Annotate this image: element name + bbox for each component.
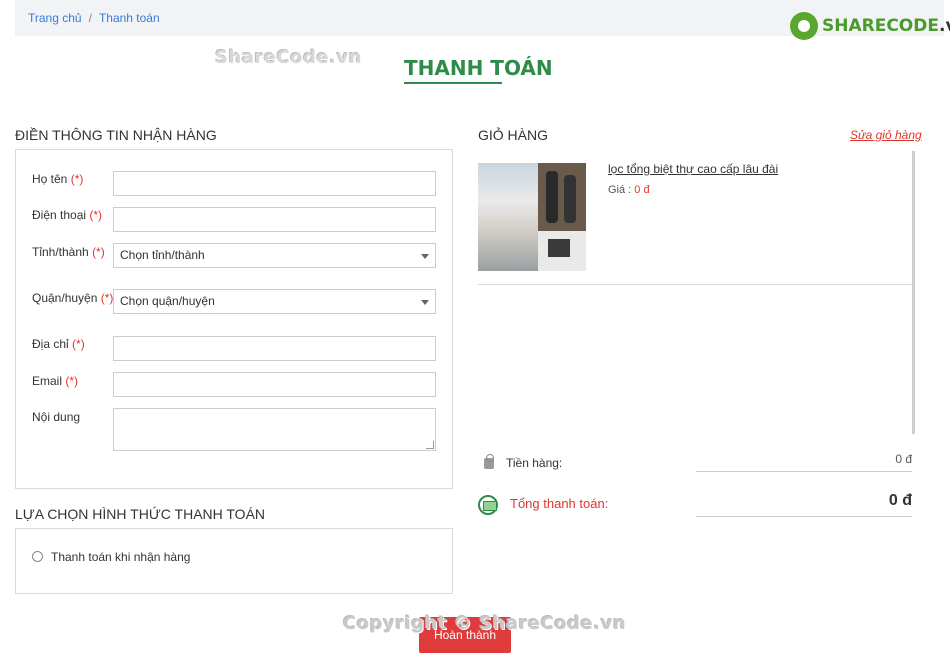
required-mark: (*) bbox=[72, 337, 85, 351]
address-input[interactable] bbox=[113, 336, 436, 361]
required-mark: (*) bbox=[89, 208, 103, 222]
cart-divider bbox=[478, 284, 912, 285]
sharecode-logo-icon bbox=[790, 12, 818, 40]
product-name[interactable]: lọc tổng biệt thự cao cấp lâu đài bbox=[608, 162, 778, 176]
resize-handle-icon[interactable] bbox=[426, 441, 434, 449]
page-title-underline bbox=[404, 82, 502, 84]
cart-title: GIỎ HÀNG bbox=[478, 127, 549, 143]
product-price: Giá : 0 đ bbox=[608, 184, 650, 196]
payment-cod-label[interactable]: Thanh toán khi nhận hàng bbox=[51, 550, 190, 564]
required-mark: (*) bbox=[100, 291, 114, 305]
product-price-value: 0 đ bbox=[634, 184, 650, 196]
total-value: 0 đ bbox=[696, 492, 912, 517]
logo-brand: SHARECODE bbox=[822, 16, 939, 36]
email-input[interactable] bbox=[113, 372, 436, 397]
subtotal-label: Tiền hàng: bbox=[506, 456, 563, 470]
chevron-down-icon bbox=[421, 300, 429, 305]
note-label: Nội dung bbox=[32, 410, 81, 424]
required-mark: (*) bbox=[65, 374, 79, 388]
payment-method-title: LỰA CHỌN HÌNH THỨC THANH TOÁN bbox=[15, 506, 266, 522]
district-select[interactable]: Chọn quận/huyện bbox=[113, 289, 436, 314]
shipping-info-title: ĐIỀN THÔNG TIN NHẬN HÀNG bbox=[15, 127, 217, 143]
email-label: Email (*) bbox=[32, 374, 79, 388]
breadcrumb-current-link[interactable]: Thanh toán bbox=[99, 11, 160, 25]
page-title: THANH TOÁN bbox=[404, 56, 553, 80]
total-label: Tổng thanh toán: bbox=[510, 496, 609, 511]
product-image-filter-tanks bbox=[538, 163, 586, 231]
name-label: Họ tên (*) bbox=[32, 172, 84, 186]
note-textarea[interactable] bbox=[113, 408, 436, 451]
product-image[interactable] bbox=[478, 163, 586, 271]
province-label: Tỉnh/thành (*) bbox=[32, 245, 105, 259]
district-label: Quận/huyện (*) bbox=[32, 291, 114, 305]
breadcrumb-home-link[interactable]: Trang chủ bbox=[28, 11, 82, 25]
name-input[interactable] bbox=[113, 171, 436, 196]
phone-input[interactable] bbox=[113, 207, 436, 232]
district-select-value: Chọn quận/huyện bbox=[120, 294, 215, 308]
subtotal-value: 0 đ bbox=[696, 452, 912, 472]
chevron-down-icon bbox=[421, 254, 429, 259]
cart-scrollbar[interactable] bbox=[912, 151, 915, 434]
province-select-value: Chọn tỉnh/thành bbox=[120, 248, 205, 262]
watermark-bottom: Copyright © ShareCode.vn bbox=[343, 613, 627, 634]
payment-wallet-icon bbox=[478, 495, 498, 515]
shopping-bag-icon bbox=[481, 454, 497, 470]
payment-cod-radio[interactable] bbox=[32, 551, 43, 562]
product-image-device bbox=[538, 231, 586, 271]
address-label: Địa chỉ (*) bbox=[32, 337, 85, 351]
product-image-villa bbox=[478, 163, 538, 271]
product-price-label: Giá : bbox=[608, 184, 632, 196]
breadcrumb-separator: / bbox=[88, 11, 92, 25]
required-mark: (*) bbox=[92, 245, 105, 259]
required-mark: (*) bbox=[70, 172, 84, 186]
phone-label: Điện thoại (*) bbox=[32, 208, 103, 222]
watermark-top: ShareCode.vn bbox=[215, 47, 363, 68]
logo-tld: .vn bbox=[938, 16, 950, 36]
edit-cart-link[interactable]: Sửa giỏ hàng bbox=[850, 128, 922, 142]
province-select[interactable]: Chọn tỉnh/thành bbox=[113, 243, 436, 268]
sharecode-logo[interactable]: SHARECODE.vn bbox=[790, 10, 950, 42]
